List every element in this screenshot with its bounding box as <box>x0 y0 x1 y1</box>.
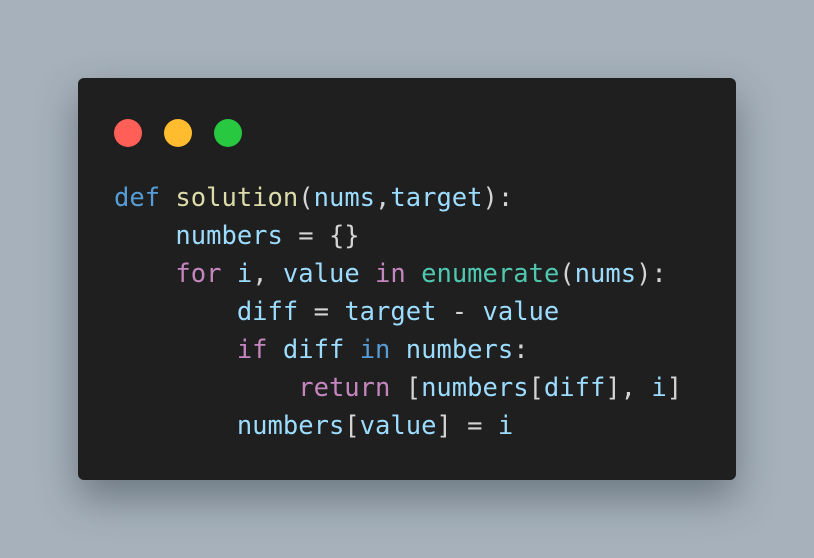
code-line: for i, value in enumerate(nums): <box>114 255 682 293</box>
code-token: ] <box>666 373 683 403</box>
code-token: i <box>497 411 514 441</box>
code-token: i <box>236 259 253 289</box>
code-line: def solution(nums,target): <box>114 179 682 217</box>
code-line: numbers[value] = i <box>114 407 682 445</box>
code-token: ): <box>636 259 667 289</box>
code-token: target <box>390 183 483 213</box>
code-token: enumerate <box>421 259 560 289</box>
code-token: numbers <box>236 411 345 441</box>
code-token: target <box>344 297 437 327</box>
code-token: value <box>282 259 360 289</box>
code-token: numbers <box>175 221 283 251</box>
code-token: ], <box>605 373 652 403</box>
code-token: ( <box>559 259 575 289</box>
code-line: return [numbers[diff], i] <box>114 369 682 407</box>
code-token: = {} <box>282 221 360 251</box>
code-token: : <box>513 335 529 365</box>
code-token: def <box>114 183 161 213</box>
code-token: nums <box>574 259 637 289</box>
code-token: value <box>482 297 560 327</box>
code-token: - <box>436 297 483 327</box>
maximize-window-button[interactable] <box>214 119 242 147</box>
code-token: , <box>375 183 391 213</box>
code-token: i <box>651 373 667 403</box>
code-token: value <box>359 411 437 441</box>
code-token: if <box>236 335 268 365</box>
code-token: [ <box>344 411 360 441</box>
code-token: numbers <box>421 373 529 403</box>
code-token: for <box>175 259 222 289</box>
code-window: def solution(nums,target): numbers = {} … <box>78 78 736 480</box>
code-token: return <box>298 373 391 403</box>
code-token: diff <box>236 297 299 327</box>
code-token: [ <box>390 373 422 403</box>
code-token: diff <box>543 373 606 403</box>
code-token: in <box>359 335 391 365</box>
code-token: ] = <box>436 411 498 441</box>
code-line: numbers = {} <box>114 217 682 255</box>
code-token: nums <box>313 183 376 213</box>
code-line: if diff in numbers: <box>114 331 682 369</box>
minimize-window-button[interactable] <box>164 119 192 147</box>
code-token: in <box>375 259 406 289</box>
code-token: ( <box>298 183 314 213</box>
code-token: ): <box>482 183 514 213</box>
code-token: numbers <box>405 335 514 365</box>
code-token: = <box>298 297 345 327</box>
code-token: solution <box>175 183 299 213</box>
code-line: diff = target - value <box>114 293 682 331</box>
window-titlebar <box>114 119 242 147</box>
close-window-button[interactable] <box>114 119 142 147</box>
code-token: diff <box>282 335 345 365</box>
code-block: def solution(nums,target): numbers = {} … <box>114 179 682 445</box>
code-token: [ <box>528 373 544 403</box>
code-token: , <box>252 259 283 289</box>
